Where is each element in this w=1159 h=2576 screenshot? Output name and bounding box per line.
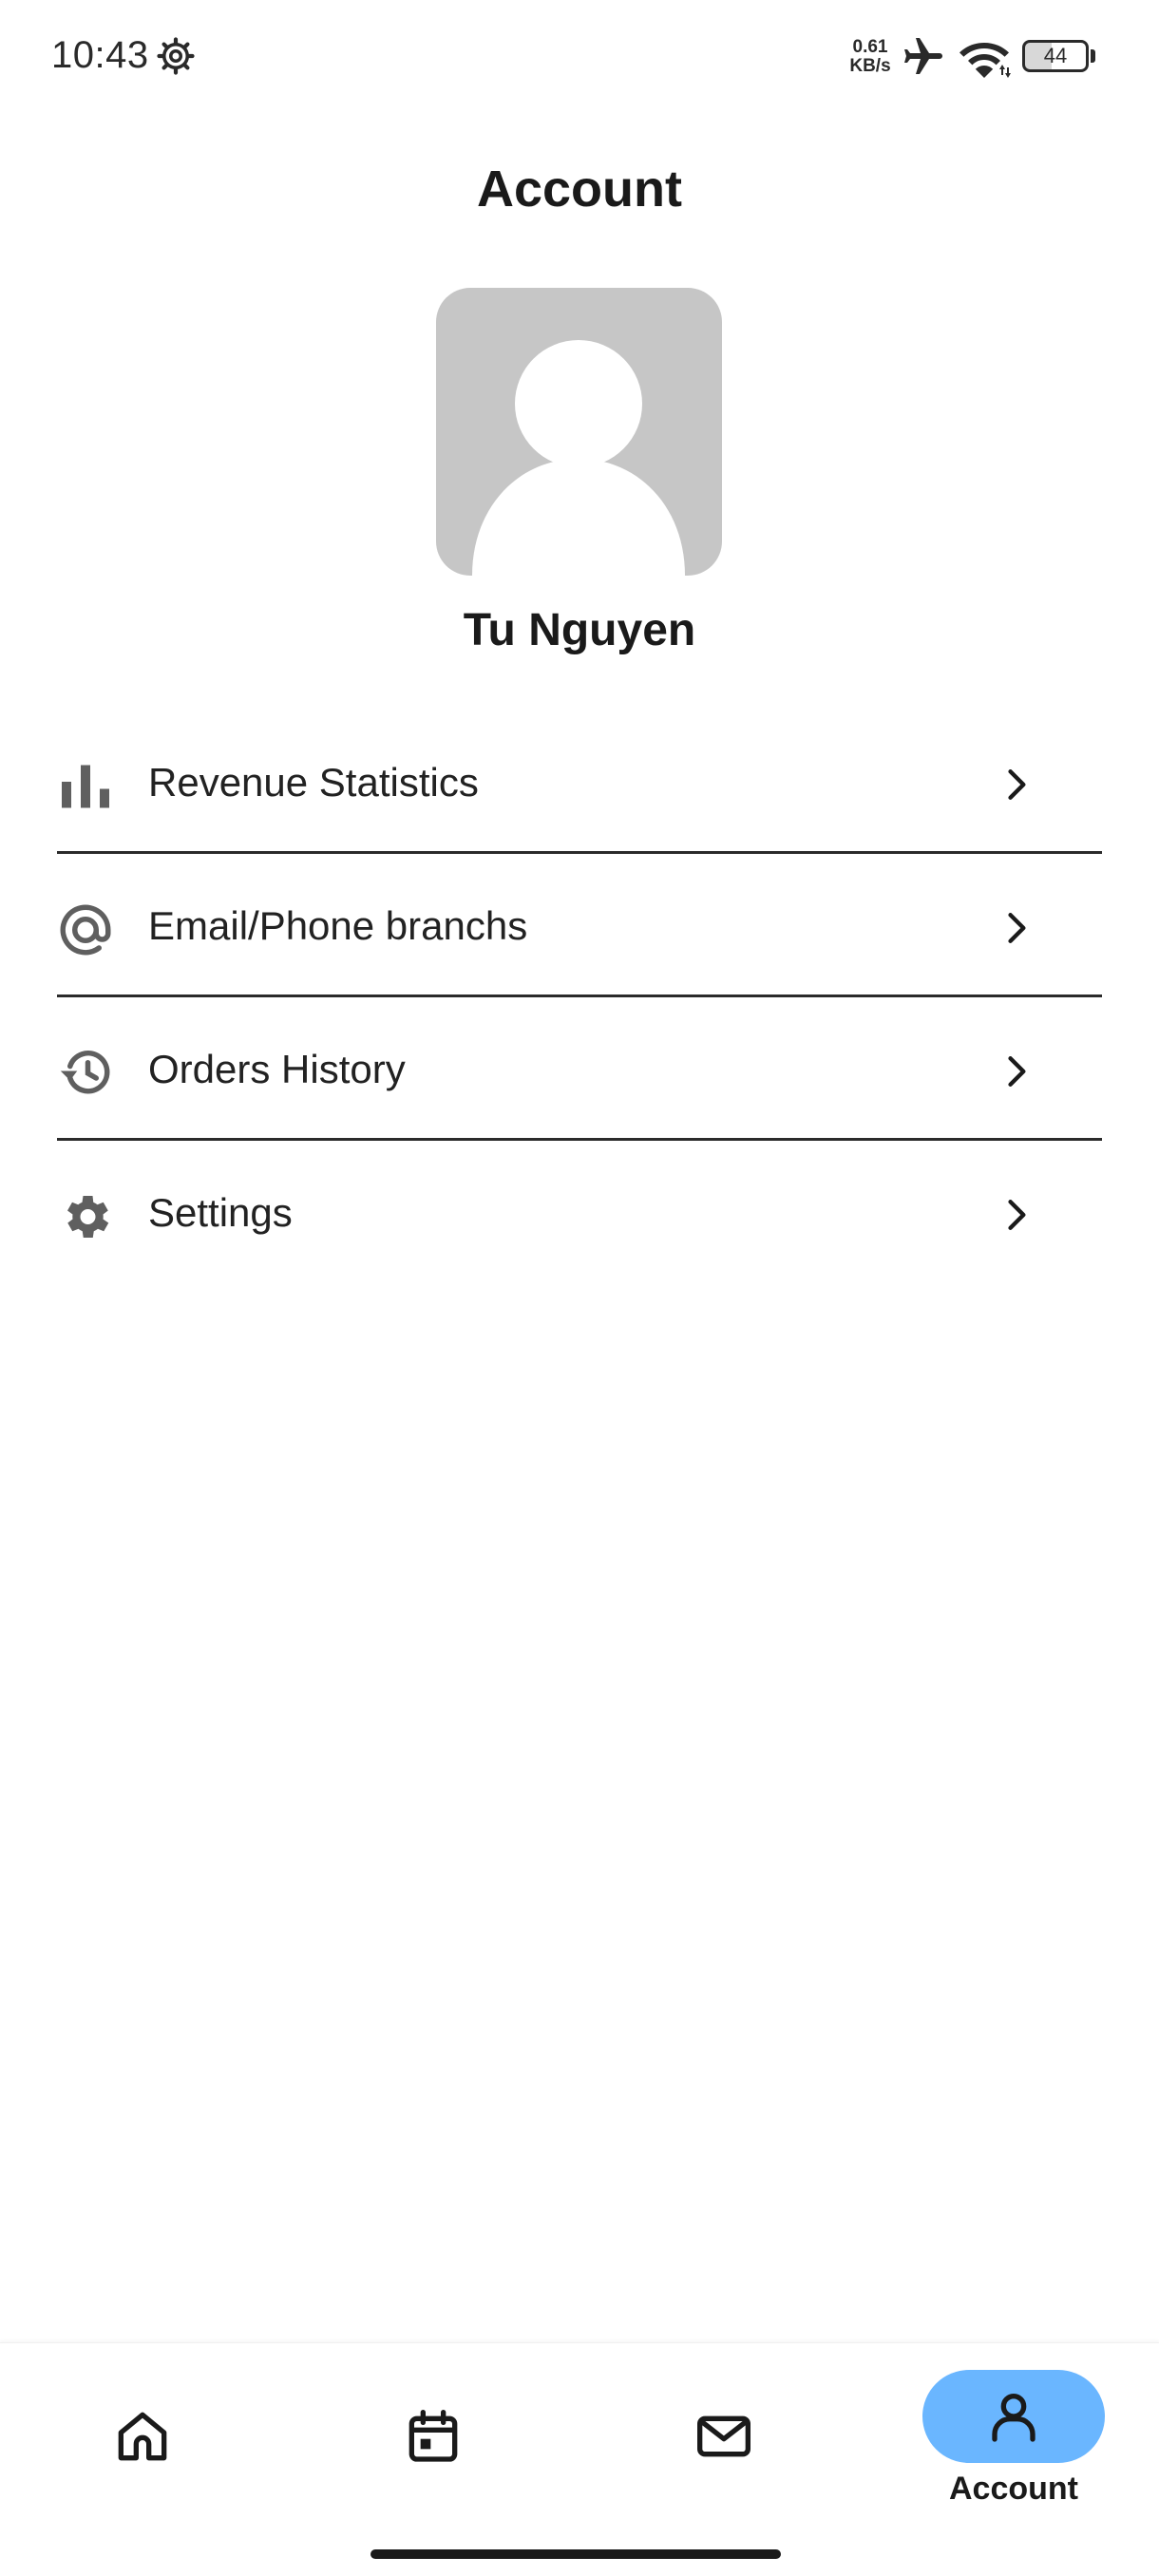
user-name: Tu Nguyen [463,605,696,655]
gear-icon [157,37,195,75]
status-bar: 10:43 0.61 KB/s 44 [0,0,1159,114]
menu-item-revenue-statistics[interactable]: Revenue Statistics [57,710,1102,854]
nav-account-label[interactable]: Account [922,2471,1105,2508]
avatar[interactable] [436,288,722,576]
nav-calendar[interactable] [290,2343,580,2533]
gear-icon [67,1196,109,1238]
page-title: Account [477,161,682,218]
nav-home[interactable] [0,2343,290,2533]
chevron-right-icon [1008,913,1026,943]
menu-item-label: Settings [148,1190,293,1235]
menu-item-label: Revenue Statistics [148,760,479,805]
home-indicator[interactable] [370,2549,781,2559]
menu-item-orders-history[interactable]: Orders History [57,997,1102,1141]
battery-icon: 44 [1022,40,1096,74]
status-time: 10:43 [51,34,149,76]
at-sign-icon [60,904,111,956]
account-screen: 10:43 0.61 KB/s 44 Account Tu Nguyen Rev… [0,0,1159,2576]
menu-item-label: Orders History [148,1047,406,1091]
calendar-icon [408,2410,458,2462]
bar-chart-icon [62,765,109,808]
nav-account[interactable] [922,2370,1105,2463]
network-speed: 0.61 KB/s [844,38,897,76]
network-speed-unit: KB/s [849,56,891,76]
chevron-right-icon [1008,769,1026,800]
battery-level: 44 [1022,40,1089,72]
chevron-right-icon [1008,1056,1026,1087]
person-icon [992,2394,1036,2442]
network-speed-value: 0.61 [852,37,888,57]
history-icon [60,1051,110,1094]
airplane-icon [904,38,942,74]
menu-item-settings[interactable]: Settings [57,1141,1102,1284]
chevron-right-icon [1008,1200,1026,1230]
home-icon [118,2412,167,2461]
nav-messages[interactable] [580,2343,869,2533]
menu-item-label: Email/Phone branchs [148,903,528,948]
battery-tip [1091,49,1095,63]
bottom-navigation: Account [0,2342,1159,2576]
wifi-icon [960,43,1011,78]
mail-icon [697,2415,750,2457]
account-menu: Revenue Statistics Email/Phone branchs O… [57,710,1102,1284]
menu-item-email-phone-branchs[interactable]: Email/Phone branchs [57,854,1102,997]
person-silhouette-icon [472,340,685,576]
